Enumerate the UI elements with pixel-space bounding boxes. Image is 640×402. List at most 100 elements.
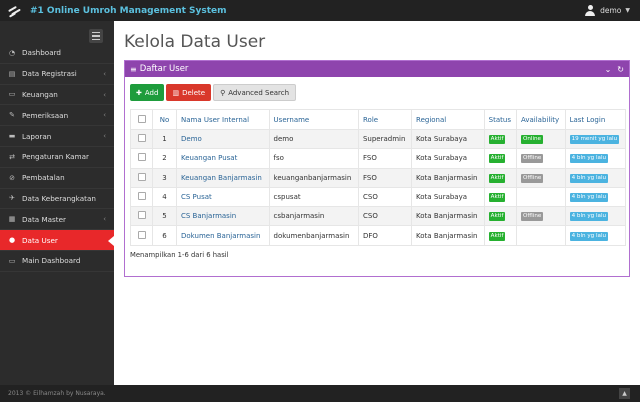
sidebar-item-label: Main Dashboard [22, 256, 81, 266]
sidebar-item-label: Data Registrasi [22, 69, 77, 79]
pagination-summary: Menampilkan 1-6 dari 6 hasil [130, 251, 229, 259]
column-header[interactable]: Availability [515, 109, 566, 130]
select-cell [130, 128, 153, 150]
panel-header: ≡ Daftar User ⌄ ↻ [125, 61, 629, 77]
select-cell [130, 148, 153, 169]
footer-text: 2013 © Eilhamzah by Nusaraya. [8, 390, 106, 397]
folder-icon: ▬ [8, 132, 16, 141]
row-checkbox[interactable] [137, 230, 146, 239]
row-number: 1 [152, 128, 177, 150]
user-name-link[interactable]: Dokumen Banjarmasin [176, 225, 270, 246]
plus-icon: ✚ [136, 88, 142, 97]
exchange-icon: ⇄ [9, 152, 15, 161]
status-cell: Aktif [483, 225, 517, 246]
username-cell: demo [268, 128, 359, 150]
availability-badge: Offline [520, 154, 544, 164]
collapse-icon[interactable]: ⌄ [605, 65, 612, 74]
user-name-link[interactable]: Keuangan Banjarmasin [176, 167, 270, 188]
trash-icon: ▥ [172, 88, 180, 97]
sidebar-toggle-button[interactable] [89, 29, 103, 43]
sidebar-item-pembatalan[interactable]: ⊘ Pembatalan [0, 168, 114, 189]
select-cell [130, 167, 153, 188]
sidebar-item-label: Pemeriksaan [22, 110, 69, 120]
chevron-left-icon: ‹ [103, 215, 106, 224]
last-login-cell: 4 bln yg lalu [564, 148, 627, 169]
row-checkbox[interactable] [137, 211, 146, 220]
regional-cell: Kota Surabaya [411, 186, 485, 208]
sidebar-item-label: Keuangan [22, 89, 58, 99]
regional-cell: Kota Banjarmasin [411, 206, 485, 227]
delete-button[interactable]: ▥ Delete [166, 84, 212, 101]
select-all-cell [130, 109, 153, 130]
column-header[interactable]: Role [357, 109, 413, 130]
user-table: No Nama User Internal Username Role Regional… [130, 109, 627, 246]
user-icon [585, 5, 596, 16]
list-icon: ≡ [130, 64, 137, 74]
availability-cell: Online [515, 128, 566, 150]
chevron-left-icon: ‹ [103, 111, 106, 120]
user-menu[interactable]: demo ▼ [585, 0, 630, 21]
brand[interactable]: #1 Online Umroh Management System [0, 0, 227, 21]
role-cell: DFO [357, 225, 413, 246]
availability-cell: Offline [515, 206, 566, 227]
availability-cell [515, 186, 566, 208]
sidebar-item-data-master[interactable]: ▦ Data Master ‹ [0, 209, 114, 231]
table-row: 6 Dokumen Banjarmasin dokumenbanjarmasin DF… [130, 225, 627, 246]
table-row: 5 CS Banjarmasin csbanjarmasin CSO Kota Banj… [130, 206, 627, 227]
role-cell: FSO [357, 167, 413, 188]
app-title: #1 Online Umroh Management System [30, 5, 227, 16]
username-cell: fso [268, 148, 359, 169]
plane-icon: ✈ [9, 194, 15, 203]
sidebar-item-pemeriksaan[interactable]: ✎ Pemeriksaan ‹ [0, 105, 114, 127]
panel-title: Daftar User [139, 64, 189, 74]
sidebar-item-main-dashboard[interactable]: ▭ Main Dashboard [0, 251, 114, 272]
user-name-link[interactable]: Demo [176, 128, 270, 150]
last-login-badge: 4 bln yg lalu [569, 173, 609, 183]
user-name-link[interactable]: CS Banjarmasin [176, 206, 270, 227]
user-name-link[interactable]: CS Pusat [176, 186, 270, 208]
sidebar-item-laporan[interactable]: ▬ Laporan ‹ [0, 126, 114, 147]
last-login-cell: 4 bln yg lalu [564, 167, 627, 188]
row-checkbox[interactable] [137, 134, 146, 143]
sidebar-item-data-user[interactable]: ● Data User [0, 230, 114, 251]
column-header[interactable]: Status [483, 109, 517, 130]
sidebar-item-pengaturan-kamar[interactable]: ⇄ Pengaturan Kamar [0, 147, 114, 168]
cancel-icon: ⊘ [9, 173, 15, 182]
users-icon: ● [8, 236, 16, 245]
sidebar-item-keuangan[interactable]: ▭ Keuangan ‹ [0, 85, 114, 106]
row-checkbox[interactable] [137, 192, 146, 201]
sidebar-item-data-keberangkatan[interactable]: ✈ Data Keberangkatan [0, 189, 114, 210]
advanced-search-button[interactable]: ⚲ Advanced Search [213, 84, 297, 101]
regional-cell: Kota Surabaya [411, 148, 485, 169]
last-login-badge: 4 bln yg lalu [569, 231, 609, 241]
refresh-icon[interactable]: ↻ [617, 65, 624, 74]
column-header[interactable]: Regional [411, 109, 485, 130]
username-cell: cspusat [268, 186, 359, 208]
row-number: 2 [152, 148, 177, 169]
row-checkbox[interactable] [137, 172, 146, 181]
list-icon: ▤ [8, 69, 16, 78]
sidebar-item-label: Dashboard [22, 48, 61, 58]
sidebar-item-dashboard[interactable]: ◔ Dashboard [0, 43, 114, 64]
username-cell: keuanganbanjarmasin [268, 167, 359, 188]
home-icon: ▭ [8, 256, 16, 265]
status-badge: Aktif [488, 212, 506, 222]
sidebar-item-data-registrasi[interactable]: ▤ Data Registrasi ‹ [0, 64, 114, 85]
regional-cell: Kota Banjarmasin [411, 225, 485, 246]
availability-cell [515, 225, 566, 246]
column-header[interactable]: Last Login [564, 109, 627, 130]
add-button[interactable]: ✚ Add [130, 84, 165, 101]
sidebar-item-label: Data User [22, 235, 58, 245]
sidebar-item-label: Data Master [22, 214, 66, 224]
status-cell: Aktif [483, 186, 517, 208]
row-checkbox[interactable] [137, 153, 146, 162]
select-all-checkbox[interactable] [137, 114, 146, 123]
column-header[interactable]: No [152, 109, 177, 130]
scroll-top-button[interactable]: ▲ [619, 388, 630, 399]
column-header[interactable]: Nama User Internal [176, 109, 270, 130]
user-name-link[interactable]: Keuangan Pusat [176, 148, 270, 169]
column-header[interactable]: Username [268, 109, 359, 130]
user-name: demo [600, 6, 622, 15]
availability-badge: Offline [520, 173, 544, 183]
money-icon: ▭ [8, 90, 16, 99]
